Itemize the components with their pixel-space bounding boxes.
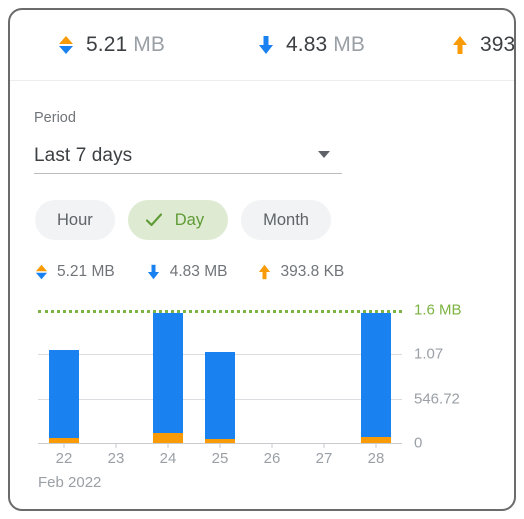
chart-bar-download-segment [205, 351, 235, 439]
chip-hour-label: Hour [57, 210, 93, 229]
chip-month[interactable]: Month [241, 200, 331, 240]
chart-y-tick-label: 0 [414, 434, 423, 452]
chart-x-tick-label: 22 [55, 450, 73, 467]
chevron-down-icon [318, 151, 330, 158]
chart-limit-line [38, 310, 402, 313]
chart-x-tick-label: 26 [263, 450, 281, 467]
header-stat-upload: 393.8 KB [451, 10, 516, 80]
chart-y-tick-label: 546.72 [414, 390, 460, 408]
chart-y-tick-label: 1.07 [414, 345, 444, 363]
chart-plot-area [38, 310, 402, 444]
data-usage-card: 5.21 MB 4.83 MB 393.8 KB [8, 8, 516, 511]
chart-bar-download-segment [361, 313, 391, 437]
summary-stat-total: 5.21 MB [34, 263, 115, 281]
check-icon [144, 210, 164, 230]
chip-day-label: Day [174, 210, 205, 229]
chart-bar[interactable] [205, 351, 235, 443]
chart-bar-upload-segment [205, 438, 235, 443]
download-arrow-icon [147, 264, 161, 281]
chart-bar-upload-segment [49, 437, 79, 443]
download-arrow-icon [257, 34, 275, 56]
chart-bar[interactable] [153, 313, 183, 443]
chart-x-tick-label: 25 [211, 450, 229, 467]
chart-bar-upload-segment [153, 433, 183, 443]
chip-month-label: Month [263, 210, 309, 229]
period-label: Period [34, 110, 76, 126]
chart-x-tick-label: 23 [107, 450, 125, 467]
summary-total-value: 5.21 MB [57, 263, 115, 280]
header-upload-value: 393.8 [479, 33, 516, 56]
chart-x-tick-label: 28 [367, 450, 385, 467]
chart-x-tick-mark [219, 444, 221, 448]
summary-stat-upload: 393.8 KB [257, 263, 344, 281]
chart-limit-label: 1.6 MB [414, 301, 462, 319]
header-divider [10, 80, 514, 81]
chart-x-tick-mark [323, 444, 325, 448]
chart-bar-download-segment [153, 313, 183, 434]
summary-upload-value: 393.8 KB [280, 263, 345, 280]
chip-day[interactable]: Day [127, 200, 229, 240]
chart-bar[interactable] [49, 349, 79, 443]
chart-bar-download-segment [49, 349, 79, 438]
up-down-arrows-icon [57, 34, 75, 56]
summary-download-value: 4.83 MB [169, 263, 228, 280]
upload-arrow-icon [451, 34, 469, 56]
granularity-chip-group: Hour Day Month [35, 200, 331, 240]
chart-x-tick-mark [271, 444, 273, 448]
period-select[interactable]: Last 7 days [34, 138, 342, 174]
summary-stats-row: 5.21 MB 4.83 MB 393.8 KB [34, 260, 344, 284]
chart-bar[interactable] [361, 313, 391, 443]
upload-arrow-icon [257, 264, 271, 281]
header-total-unit: MB [133, 33, 165, 56]
chart-bar-upload-segment [361, 436, 391, 443]
chart-x-tick-label: 27 [315, 450, 333, 467]
chart-month-label: Feb 2022 [38, 474, 102, 491]
header-stats-row: 5.21 MB 4.83 MB 393.8 KB [10, 10, 514, 80]
chart-x-tick-label: 24 [159, 450, 177, 467]
chart-x-tick-mark [115, 444, 117, 448]
period-selected-value: Last 7 days [34, 144, 133, 166]
summary-stat-download: 4.83 MB [147, 263, 228, 281]
usage-bar-chart: 0 546.72 1.07 1.6 MB 22 23 24 25 26 27 28 Feb 2022 [34, 302, 494, 491]
header-stat-download: 4.83 MB [257, 10, 365, 80]
header-total-value: 5.21 [86, 33, 128, 56]
up-down-arrows-icon [34, 264, 48, 281]
header-download-value: 4.83 [285, 33, 328, 56]
chart-x-tick-mark [375, 444, 377, 448]
chart-x-tick-mark [167, 444, 169, 448]
header-stat-total: 5.21 MB [57, 10, 165, 80]
header-download-unit: MB [333, 33, 365, 56]
chart-x-tick-mark [63, 444, 65, 448]
chip-hour[interactable]: Hour [35, 200, 115, 240]
